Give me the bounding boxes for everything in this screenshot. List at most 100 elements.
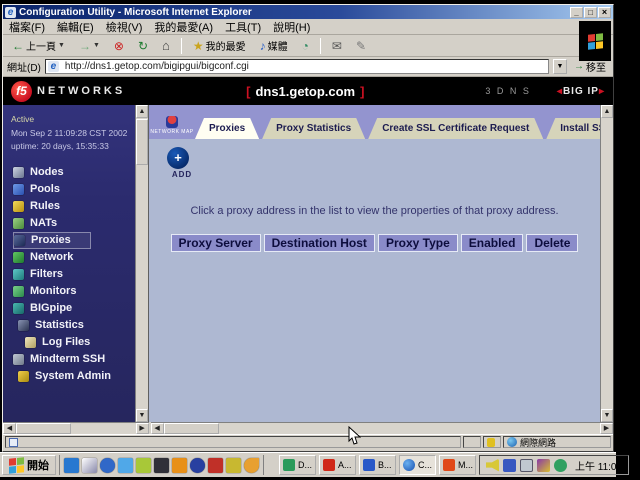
menu-edit[interactable]: 編輯(E): [57, 19, 94, 35]
sidebar-item-log-files[interactable]: Log Files: [25, 334, 135, 351]
quicklaunch-icon-10[interactable]: [226, 458, 241, 473]
frame-hscrollbar[interactable]: ◀ ▶: [151, 422, 613, 434]
sidebar-item-proxies[interactable]: Proxies: [13, 232, 91, 249]
tab-band: NETWORK MAP Proxies Proxy Statistics Cre…: [149, 105, 600, 139]
scroll-left-icon[interactable]: ◀: [3, 423, 16, 434]
tab-create-ssl-certificate-request[interactable]: Create SSL Certificate Request: [368, 118, 543, 139]
sidebar-item-statistics[interactable]: Statistics: [18, 317, 135, 334]
sidebar-item-system-admin[interactable]: System Admin: [18, 368, 135, 385]
forward-button[interactable]: → ▼: [74, 38, 105, 54]
history-button[interactable]: ◔: [297, 38, 314, 54]
scrollbar-thumb[interactable]: [164, 423, 219, 434]
quicklaunch-icon-1[interactable]: [64, 458, 79, 473]
scroll-right-icon[interactable]: ▶: [600, 423, 613, 434]
media-button[interactable]: ♪ 媒體: [255, 36, 293, 55]
forward-dropdown-icon[interactable]: ▼: [93, 42, 100, 49]
quicklaunch-icon-8[interactable]: [190, 458, 205, 473]
menu-favorites[interactable]: 我的最愛(A): [154, 19, 213, 35]
sidebar-item-network[interactable]: Network: [13, 249, 135, 266]
network-map-button[interactable]: NETWORK MAP: [149, 114, 195, 139]
tray-icon-5[interactable]: [554, 459, 567, 472]
scroll-right-icon[interactable]: ▶: [136, 423, 149, 434]
quicklaunch-icon-7[interactable]: [172, 458, 187, 473]
tab-proxies[interactable]: Proxies: [195, 118, 259, 139]
quicklaunch-icon-9[interactable]: [208, 458, 223, 473]
frame-scrollbar[interactable]: ▲ ▼: [600, 105, 613, 422]
tab-install-ssl-certificate[interactable]: Install SSL Certificate: [546, 118, 600, 139]
scroll-down-icon[interactable]: ▼: [601, 409, 613, 422]
quicklaunch-icon-4[interactable]: [118, 458, 133, 473]
back-dropdown-icon[interactable]: ▼: [58, 42, 65, 49]
content-frame: NETWORK MAP Proxies Proxy Statistics Cre…: [148, 105, 600, 422]
sidebar-item-monitors[interactable]: Monitors: [13, 283, 135, 300]
refresh-button[interactable]: ↻: [133, 38, 153, 54]
scroll-up-icon[interactable]: ▲: [136, 105, 148, 118]
quicklaunch-icon-6[interactable]: [154, 458, 169, 473]
home-button[interactable]: ⌂: [157, 38, 175, 54]
document-icon: [9, 438, 18, 447]
mail-button[interactable]: ✉: [327, 38, 347, 54]
add-proxy-button[interactable]: +: [167, 147, 189, 169]
hostname-banner: [dns1.getop.com]: [125, 84, 485, 99]
quicklaunch-icon-2[interactable]: [82, 458, 97, 473]
scrollbar-thumb[interactable]: [16, 423, 71, 434]
menu-view[interactable]: 檢視(V): [106, 19, 143, 35]
f5-logo-icon: f5: [11, 81, 32, 102]
proxies-icon: [14, 235, 25, 246]
volume-icon[interactable]: [486, 459, 499, 472]
status-pane: [483, 436, 501, 448]
menu-file[interactable]: 檔案(F): [9, 19, 45, 35]
sidebar-item-filters[interactable]: Filters: [13, 266, 135, 283]
security-zone-pane: 網際網路: [503, 436, 611, 448]
add-button-label: ADD: [167, 170, 197, 179]
favorites-button[interactable]: ★ 我的最愛: [188, 36, 251, 55]
task-button-5[interactable]: M...: [439, 455, 476, 475]
sidebar-hscrollbar[interactable]: ◀ ▶: [3, 422, 149, 434]
address-dropdown-button[interactable]: ▼: [553, 59, 567, 74]
start-button[interactable]: 開始: [2, 455, 56, 475]
edit-button[interactable]: ✎: [351, 38, 371, 54]
status-bar: 網際網路: [3, 434, 613, 449]
sidebar-item-pools[interactable]: Pools: [13, 181, 135, 198]
quicklaunch-icon-5[interactable]: [136, 458, 151, 473]
network-map-icon: [166, 116, 178, 128]
quicklaunch-icon-11[interactable]: [244, 458, 259, 473]
close-button[interactable]: ×: [598, 7, 611, 18]
edit-icon: ✎: [356, 40, 366, 52]
scrollbar-thumb[interactable]: [136, 119, 148, 165]
log-files-icon: [25, 337, 36, 348]
tab-proxy-statistics[interactable]: Proxy Statistics: [262, 118, 365, 139]
restore-button[interactable]: □: [584, 7, 597, 18]
scroll-up-icon[interactable]: ▲: [601, 105, 613, 118]
history-icon: ◔: [302, 40, 309, 52]
minimize-button[interactable]: _: [570, 7, 583, 18]
stop-button[interactable]: ⊗: [109, 38, 129, 54]
task-button-1[interactable]: D...: [279, 455, 316, 475]
sidebar-item-mindterm-ssh[interactable]: Mindterm SSH: [13, 351, 135, 368]
network-monitor-icon[interactable]: [520, 459, 533, 472]
scroll-down-icon[interactable]: ▼: [136, 409, 148, 422]
task-button-2[interactable]: A...: [319, 455, 356, 475]
taskbar-clock: 上午 11:00: [571, 458, 622, 473]
scroll-left-icon[interactable]: ◀: [151, 423, 164, 434]
go-button[interactable]: → 移至: [571, 59, 609, 74]
quicklaunch-icon-3[interactable]: [100, 458, 115, 473]
menu-tools[interactable]: 工具(T): [225, 19, 261, 35]
main-area: Active Mon Sep 2 11:09:28 CST 2002 uptim…: [3, 105, 613, 422]
tray-icon-4[interactable]: [537, 459, 550, 472]
filters-icon: [13, 269, 24, 280]
sidebar-scrollbar[interactable]: ▲ ▼: [135, 105, 148, 422]
mindterm-ssh-icon: [13, 354, 24, 365]
back-button[interactable]: ← 上一頁 ▼: [7, 36, 70, 55]
sidebar-item-bigpipe[interactable]: BIGpipe: [13, 300, 135, 317]
address-input[interactable]: e http://dns1.getop.com/bigipgui/bigconf…: [45, 59, 549, 74]
product-3dns-label: 3 D N S: [485, 86, 531, 96]
title-bar[interactable]: e Configuration Utility - Microsoft Inte…: [3, 5, 613, 19]
tray-icon-2[interactable]: [503, 459, 516, 472]
sidebar-item-rules[interactable]: Rules: [13, 198, 135, 215]
task-button-4-active[interactable]: C...: [399, 455, 436, 475]
menu-help[interactable]: 說明(H): [273, 19, 310, 35]
sidebar-item-nats[interactable]: NATs: [13, 215, 135, 232]
task-button-3[interactable]: B...: [359, 455, 396, 475]
sidebar-item-nodes[interactable]: Nodes: [13, 164, 135, 181]
